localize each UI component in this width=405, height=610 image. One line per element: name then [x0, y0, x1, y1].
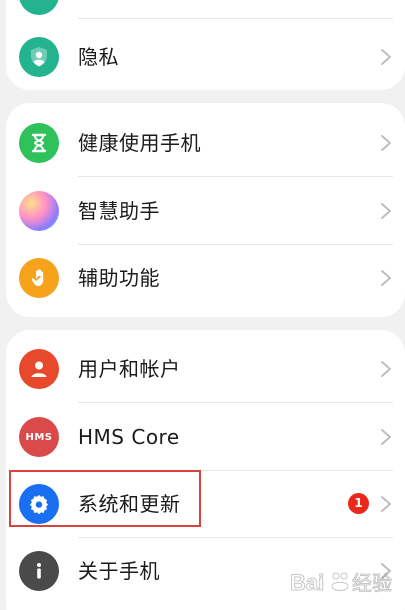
hand-icon — [19, 258, 59, 298]
settings-item-digital-balance[interactable]: 健康使用手机 — [6, 110, 405, 176]
hms-logo-icon: HMS — [19, 417, 59, 457]
settings-item-label: 系统和更新 — [78, 492, 181, 516]
settings-item-label: 关于手机 — [78, 559, 160, 583]
hms-logo-text: HMS — [25, 431, 53, 443]
settings-item-label: 智慧助手 — [78, 199, 160, 223]
settings-item-system-update[interactable]: 系统和更新 1 — [6, 471, 405, 537]
settings-item-about-phone[interactable]: 关于手机 — [6, 538, 405, 604]
settings-item-privacy[interactable]: 隐私 — [6, 24, 405, 90]
chevron-right-icon — [381, 563, 391, 579]
settings-item-users-accounts[interactable]: 用户和帐户 — [6, 336, 405, 402]
notification-badge: 1 — [348, 493, 369, 514]
settings-item-label: 隐私 — [78, 45, 119, 69]
chevron-right-icon — [381, 135, 391, 151]
settings-item-label: 辅助功能 — [78, 266, 160, 290]
settings-item-accessibility[interactable]: 辅助功能 — [6, 245, 405, 311]
settings-item-label: HMS Core — [78, 425, 180, 449]
chevron-right-icon — [381, 429, 391, 445]
divider — [78, 402, 393, 403]
chevron-right-icon — [381, 270, 391, 286]
chevron-right-icon — [381, 496, 391, 512]
chevron-right-icon — [381, 203, 391, 219]
settings-item-label: 健康使用手机 — [78, 131, 201, 155]
settings-item-assistant[interactable]: 智慧助手 — [6, 178, 405, 244]
info-icon — [19, 551, 59, 591]
settings-page: 隐私 健康使用手机 智慧助手 辅助功能 用户和帐户 HMS HMS Core 系… — [0, 0, 405, 610]
hourglass-icon — [19, 123, 59, 163]
divider — [78, 18, 393, 19]
gear-icon — [19, 484, 59, 524]
chevron-right-icon — [381, 361, 391, 377]
settings-group-system: 用户和帐户 HMS HMS Core 系统和更新 1 关于手机 — [6, 330, 405, 610]
circle-icon — [19, 0, 59, 15]
settings-group-wellbeing: 健康使用手机 智慧助手 辅助功能 — [6, 103, 405, 317]
divider — [78, 176, 393, 177]
settings-group-privacy: 隐私 — [6, 0, 405, 90]
assistant-orb-icon — [19, 191, 59, 231]
user-icon — [19, 349, 59, 389]
settings-item-hms-core[interactable]: HMS HMS Core — [6, 404, 405, 470]
settings-item-label: 用户和帐户 — [78, 357, 181, 381]
chevron-right-icon — [381, 49, 391, 65]
shield-icon — [19, 37, 59, 77]
